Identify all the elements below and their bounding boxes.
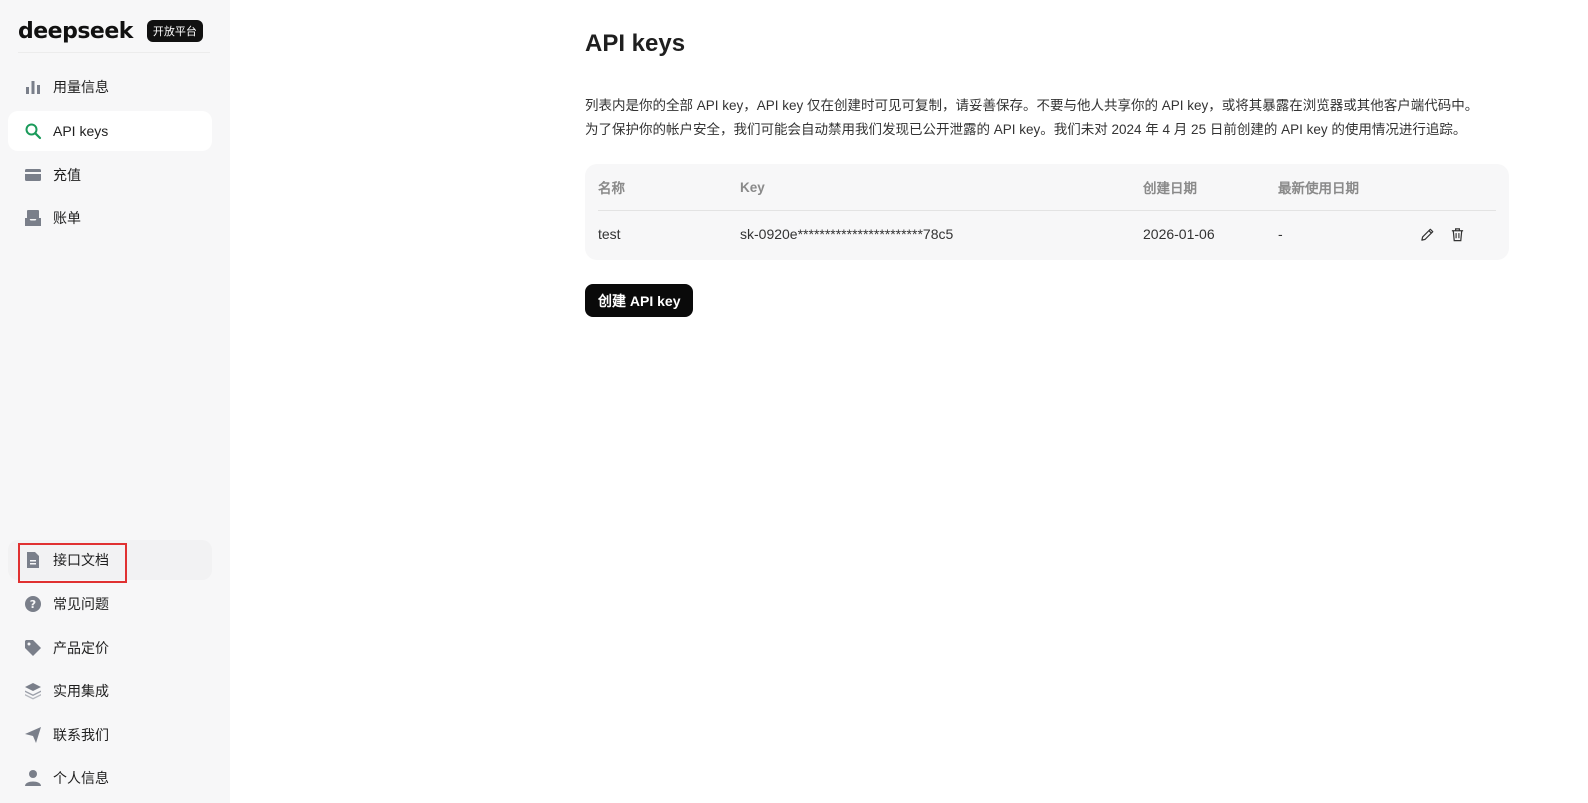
column-header-last-used: 最新使用日期 <box>1278 181 1359 196</box>
brand-header: deepseek 开放平台 <box>18 10 210 53</box>
sidebar-item-label: 联系我们 <box>53 727 109 743</box>
search-icon <box>24 122 42 140</box>
column-header-created: 创建日期 <box>1143 181 1197 196</box>
question-icon: ? <box>24 595 42 613</box>
app: deepseek 开放平台 用量信息 API keys 充值 账单 接口文档 ?… <box>0 0 1588 803</box>
key-name: test <box>598 226 621 242</box>
sidebar-item-pricing[interactable]: 产品定价 <box>8 628 212 668</box>
sidebar-item-label: 实用集成 <box>53 683 109 699</box>
send-icon <box>24 726 42 744</box>
description-line: 列表内是你的全部 API key，API key 仅在创建时可见可复制，请妥善保… <box>585 98 1479 113</box>
api-keys-table: 名称 Key 创建日期 最新使用日期 test sk-0920e********… <box>585 164 1509 260</box>
sidebar-item-label: 充值 <box>53 167 81 183</box>
row-actions <box>1418 211 1466 257</box>
sidebar-item-billing[interactable]: 账单 <box>8 198 212 238</box>
sidebar-item-label: 产品定价 <box>53 640 109 656</box>
inbox-icon <box>24 209 42 227</box>
key-last-used-date: - <box>1278 226 1283 242</box>
sidebar-item-recharge[interactable]: 充值 <box>8 155 212 195</box>
tag-icon <box>24 639 42 657</box>
user-icon <box>24 769 42 787</box>
sidebar: deepseek 开放平台 用量信息 API keys 充值 账单 接口文档 ?… <box>0 0 230 803</box>
sidebar-item-integrations[interactable]: 实用集成 <box>8 671 212 711</box>
description: 列表内是你的全部 API key，API key 仅在创建时可见可复制，请妥善保… <box>585 94 1510 142</box>
sidebar-item-api-docs[interactable]: 接口文档 <box>8 540 212 580</box>
column-header-name: 名称 <box>598 181 625 196</box>
trash-icon[interactable] <box>1448 225 1466 243</box>
sidebar-item-api-keys[interactable]: API keys <box>8 111 212 151</box>
page-title: API keys <box>585 30 686 57</box>
sidebar-item-label: 接口文档 <box>53 552 109 568</box>
document-icon <box>24 551 42 569</box>
sidebar-item-label: API keys <box>53 123 109 139</box>
sidebar-item-label: 用量信息 <box>53 79 109 95</box>
edit-icon[interactable] <box>1418 225 1436 243</box>
create-api-key-button[interactable]: 创建 API key <box>585 284 694 317</box>
table-header: 名称 Key 创建日期 最新使用日期 <box>598 164 1496 211</box>
card-icon <box>24 166 42 184</box>
sidebar-item-profile[interactable]: 个人信息 <box>8 758 212 798</box>
description-line: 为了保护你的帐户安全，我们可能会自动禁用我们发现已公开泄露的 API key。我… <box>585 122 1467 137</box>
column-header-key: Key <box>740 179 765 195</box>
svg-text:?: ? <box>30 598 36 611</box>
bar-chart-icon <box>24 78 42 96</box>
key-value: sk-0920e***********************78c5 <box>740 226 954 242</box>
platform-badge: 开放平台 <box>146 20 203 42</box>
sidebar-item-label: 常见问题 <box>53 596 109 612</box>
sidebar-item-usage[interactable]: 用量信息 <box>8 67 212 107</box>
table-row: test sk-0920e***********************78c5… <box>598 211 1496 257</box>
sidebar-item-contact[interactable]: 联系我们 <box>8 715 212 755</box>
sidebar-item-faq[interactable]: ? 常见问题 <box>8 584 212 624</box>
deepseek-logo[interactable]: deepseek <box>18 19 133 44</box>
sidebar-item-label: 账单 <box>53 210 81 226</box>
key-created-date: 2026-01-06 <box>1143 226 1215 242</box>
sidebar-item-label: 个人信息 <box>53 770 109 786</box>
layers-icon <box>24 682 42 700</box>
